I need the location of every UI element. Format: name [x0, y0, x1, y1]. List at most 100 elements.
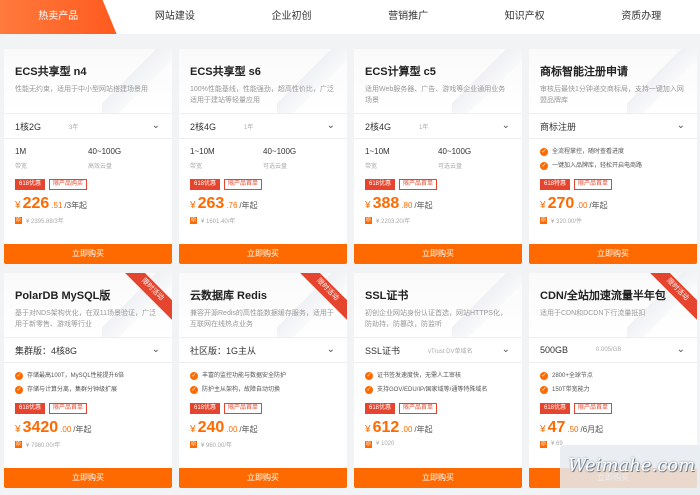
check-icon: ✓	[190, 386, 198, 394]
check-icon: ✓	[540, 372, 548, 380]
card-header: ECS计算型 c5 适用Web服务器、广告、游戏等企业通用业务场景	[354, 49, 522, 113]
price-integer: 3420	[22, 419, 59, 436]
tab-startup[interactable]: 企业初创	[233, 0, 350, 34]
buy-now-button[interactable]: 立即购买	[529, 244, 697, 264]
feature-list: ✓ 证书签发速度快，无需人工审核 ✓ 支持GOV/EDU/IP/国家域等/通等特殊域名	[354, 363, 522, 403]
price: ¥240.00/年起	[179, 417, 347, 437]
spec-selector[interactable]: 2核4G 1年 ⌄	[179, 113, 347, 139]
discount-badge: 618特惠	[540, 179, 571, 190]
check-icon: ✓	[540, 162, 548, 170]
badge-row: 618优惠 限产品首单	[179, 179, 347, 193]
original-price-icon: 原	[540, 440, 547, 448]
card-header: PolarDB MySQL版 基于对NDS架构优化，在双11场景验证，广泛用于新零…	[4, 273, 172, 337]
spec-item: 1M 带宽	[15, 147, 88, 179]
product-description: 基于对NDS架构优化，在双11场景验证，广泛用于新零售、游戏等行业	[15, 310, 157, 328]
spec-selector[interactable]: 社区版：1G主从 ⌄	[179, 337, 347, 363]
chevron-down-icon[interactable]: ⌄	[152, 120, 160, 131]
buy-now-button[interactable]: 立即购买	[4, 468, 172, 488]
price-integer: 226	[22, 195, 50, 212]
chevron-down-icon[interactable]: ⌄	[152, 344, 160, 355]
original-price-text: ¥ 7980.00/年	[26, 442, 61, 449]
price-integer: 388	[372, 195, 400, 212]
currency-symbol: ¥	[540, 200, 546, 211]
limit-badge: 限产品购买	[49, 179, 88, 190]
feature-text: 一键加入品牌库，轻松开启电商路	[552, 163, 643, 169]
product-card: 商标智能注册申请 审核后最快1分钟递交商标局，支持一键加入网盟品牌库 商标注册 ⌄ ✓ 全…	[529, 49, 697, 264]
buy-now-button[interactable]: 立即购买	[4, 244, 172, 264]
original-price-icon: 原	[15, 440, 22, 448]
spec-selector[interactable]: 2核4G 1年 ⌄	[354, 113, 522, 139]
feature-item: ✓ 存储与计算分离，集群分钟级扩展	[15, 383, 161, 397]
selected-spec-sub: 1年	[244, 124, 254, 131]
discount-badge: 618优惠	[15, 179, 46, 190]
buy-now-button[interactable]: 立即购买	[179, 468, 347, 488]
feature-text: 防护主从架构，故障自动切换	[202, 387, 281, 393]
buy-now-button[interactable]: 立即购买	[354, 244, 522, 264]
chevron-down-icon[interactable]: ⌄	[502, 344, 510, 355]
product-description: 适用于CDN和DCDN下行流量抵扣	[540, 310, 646, 317]
spec-selector[interactable]: 集群版：4核8G ⌄	[4, 337, 172, 363]
product-card: ECS共享型 s6 100%性能基线，性能强劲，超高性价比，广泛适用于建站等轻量应…	[179, 49, 347, 264]
price-integer: 612	[372, 419, 400, 436]
discount-badge: 618优惠	[540, 403, 571, 414]
tab-marketing[interactable]: 营销推广	[350, 0, 467, 34]
tab-website-building[interactable]: 网站建设	[117, 0, 234, 34]
discount-badge: 618优惠	[365, 179, 396, 190]
tab-ip[interactable]: 知识产权	[466, 0, 583, 34]
spec-label: 高效云盘	[88, 164, 113, 170]
limit-badge: 限产品首单	[574, 179, 613, 190]
selected-spec: 2核4G	[365, 121, 392, 132]
buy-now-button[interactable]: 立即购买	[354, 468, 522, 488]
price: ¥270.00/年起	[529, 193, 697, 213]
tab-hot-products[interactable]: 热卖产品	[0, 0, 117, 34]
feature-item: ✓ 全流程掌控，随时查看进度	[540, 145, 686, 159]
chevron-down-icon[interactable]: ⌄	[677, 120, 685, 131]
spec-selector[interactable]: SSL证书 vTrust DV单域名 ⌄	[354, 337, 522, 363]
chevron-down-icon[interactable]: ⌄	[677, 344, 685, 355]
badge-row: 618优惠 限产品首单	[179, 403, 347, 417]
price-integer: 47	[547, 419, 566, 436]
price: ¥47.50/6月起	[529, 417, 697, 437]
price-integer: 270	[547, 195, 575, 212]
spec-selector[interactable]: 商标注册 ⌄	[529, 113, 697, 139]
price-unit: /年起	[414, 425, 433, 434]
currency-symbol: ¥	[15, 424, 21, 435]
check-icon: ✓	[15, 386, 23, 394]
original-price-icon: 原	[15, 216, 22, 224]
chevron-down-icon[interactable]: ⌄	[327, 120, 335, 131]
buy-now-button[interactable]: 立即购买	[179, 244, 347, 264]
check-icon: ✓	[540, 386, 548, 394]
price: ¥226.51/3年起	[4, 193, 172, 213]
spec-list: 1~10M 带宽 40~100G 可选云盘	[179, 139, 347, 179]
spec-label: 可选云盘	[263, 164, 288, 170]
original-price: 原 ¥ 960.00/年	[179, 437, 347, 451]
limit-badge: 限产品首单	[399, 403, 438, 414]
spec-selector[interactable]: 1核2G 3年 ⌄	[4, 113, 172, 139]
check-icon: ✓	[15, 372, 23, 380]
feature-list: ✓ 2800+全球节点 ✓ 150T带宽能力	[529, 363, 697, 403]
watermark-text: Weimahe.com	[568, 455, 696, 476]
spec-item: 40~100G 高效云盘	[88, 147, 161, 179]
product-description: 性能无约束，适用于中小型网站搭建场景用	[15, 86, 148, 93]
product-description: 适用Web服务器、广告、游戏等企业通用业务场景	[365, 86, 506, 104]
tab-qualification[interactable]: 资质办理	[583, 0, 700, 34]
discount-badge: 618优惠	[190, 403, 221, 414]
feature-text: 存储与计算分离，集群分钟级扩展	[27, 387, 118, 393]
product-card: 云数据库 Redis 兼容开源Redis的高性能数据缓存服务，适用于互联网在线热点…	[179, 273, 347, 488]
spec-selector[interactable]: 500GB 0.005/GB ⌄	[529, 337, 697, 363]
limit-badge: 限产品首单	[399, 179, 438, 190]
spec-label: 可选云盘	[438, 164, 463, 170]
currency-symbol: ¥	[15, 200, 21, 211]
product-card: PolarDB MySQL版 基于对NDS架构优化，在双11场景验证，广泛用于新零…	[4, 273, 172, 488]
discount-badge: 618优惠	[15, 403, 46, 414]
chevron-down-icon[interactable]: ⌄	[327, 344, 335, 355]
product-title: 商标智能注册申请	[540, 66, 628, 78]
price: ¥3420.00/年起	[4, 417, 172, 437]
card-header: ECS共享型 s6 100%性能基线，性能强劲，超高性价比，广泛适用于建站等轻量应…	[179, 49, 347, 113]
card-header: SSL证书 初创企业网站身份认证首选，网站HTTPS化，防劫持，防篡改，防监听	[354, 273, 522, 337]
chevron-down-icon[interactable]: ⌄	[502, 120, 510, 131]
spec-item: 1~10M 带宽	[190, 147, 263, 179]
limit-badge: 限产品首单	[49, 403, 88, 414]
price: ¥388.80/年起	[354, 193, 522, 213]
spec-label: 带宽	[190, 164, 203, 170]
